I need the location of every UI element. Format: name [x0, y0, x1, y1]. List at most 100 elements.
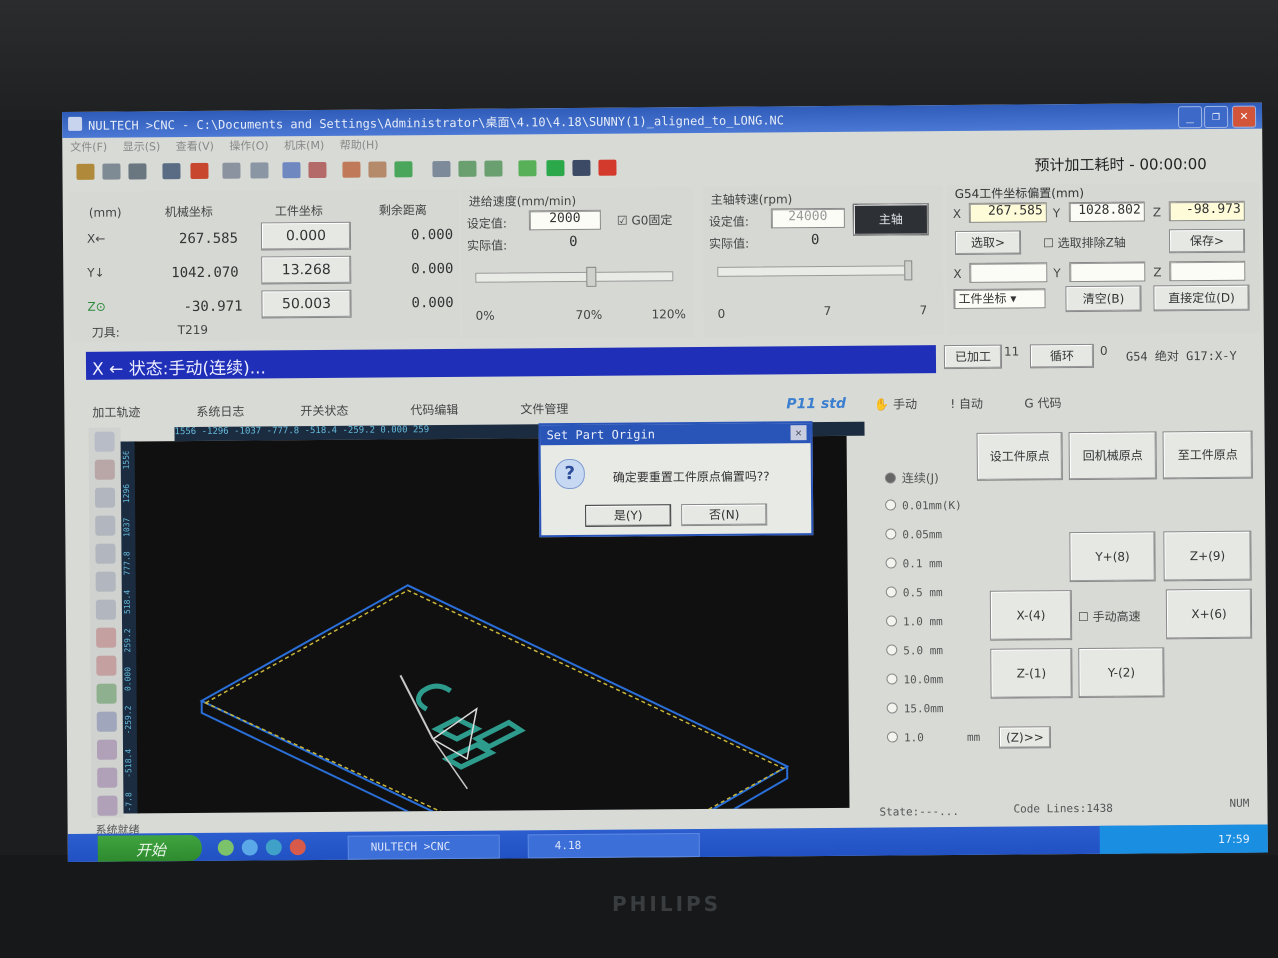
dialog-close-button[interactable]: ✕ — [790, 425, 807, 441]
task-cnc[interactable]: NULTECH >CNC — [347, 834, 500, 860]
g54-y2-input[interactable] — [1069, 261, 1146, 283]
measure-icon[interactable] — [222, 162, 241, 179]
direct-locate-button[interactable]: 直接定位(D) — [1153, 284, 1250, 312]
desktop-icon[interactable] — [217, 839, 234, 856]
spindle-slider-thumb[interactable] — [904, 260, 913, 281]
axis-icon[interactable] — [282, 162, 301, 179]
set-work-origin-button[interactable]: 设工件原点 — [976, 432, 1063, 481]
g0-fixed-checkbox[interactable]: ☑ G0固定 — [617, 211, 673, 228]
center-icon[interactable] — [96, 627, 117, 648]
tab-auto[interactable]: ! 自动 — [950, 395, 983, 412]
step-7-radio[interactable]: 15.0mm — [886, 702, 944, 715]
spindle-button[interactable]: 主轴 — [852, 203, 929, 236]
step-1-radio[interactable]: 0.05mm — [885, 528, 942, 541]
coord-system-select[interactable]: 工件坐标 ▾ — [953, 288, 1046, 310]
tab-code-edit[interactable]: 代码编辑 — [410, 401, 458, 418]
dialog-yes-button[interactable]: 是(Y) — [585, 504, 672, 527]
zoom-all-icon[interactable] — [95, 599, 116, 620]
step-3-radio[interactable]: 0.5 mm — [885, 586, 943, 599]
start-icon[interactable] — [546, 160, 565, 177]
zero-icon[interactable] — [308, 161, 327, 179]
rotate-icon[interactable] — [96, 655, 117, 676]
loop-button[interactable]: 循环 — [1029, 343, 1095, 369]
menu-help[interactable]: 帮助(H) — [340, 139, 379, 152]
zoom-fit-icon[interactable] — [95, 571, 116, 592]
jog-x-minus-button[interactable]: X-(4) — [989, 590, 1073, 641]
dialog-no-button[interactable]: 否(N) — [681, 503, 768, 527]
jog-y-plus-button[interactable]: Y+(8) — [1069, 531, 1156, 583]
side-view-icon[interactable] — [96, 739, 118, 760]
tab-file-manager[interactable]: 文件管理 — [520, 400, 568, 417]
g54-x-input[interactable]: 267.585 — [968, 202, 1047, 223]
to-work-origin-button[interactable]: 至工件原点 — [1162, 430, 1253, 480]
step-6-radio[interactable]: 10.0mm — [886, 673, 943, 686]
step-back-icon[interactable] — [432, 160, 451, 178]
step-5-radio[interactable]: 5.0 mm — [886, 644, 943, 657]
stop-icon[interactable] — [598, 159, 617, 176]
menu-file[interactable]: 文件(F) — [70, 141, 107, 154]
feed-slider[interactable] — [475, 266, 674, 287]
step-icon[interactable] — [484, 160, 503, 177]
ie-icon[interactable] — [265, 839, 282, 856]
jog-z-plus-button[interactable]: Z+(9) — [1163, 530, 1252, 582]
iso-view-icon[interactable] — [97, 767, 118, 788]
tab-toolpath[interactable]: 加工轨迹 — [92, 403, 140, 420]
menu-machine[interactable]: 机床(M) — [284, 139, 324, 152]
home-icon[interactable] — [342, 161, 361, 178]
machine-home-button[interactable]: 回机械原点 — [1068, 431, 1157, 481]
tab-system-log[interactable]: 系统日志 — [196, 403, 244, 420]
top-view-icon[interactable] — [96, 683, 117, 704]
restore-button[interactable]: ❐ — [1203, 105, 1229, 129]
media-icon[interactable] — [289, 839, 306, 856]
clear-button[interactable]: 清空(B) — [1065, 285, 1142, 313]
start-button[interactable]: 开始 — [97, 834, 202, 862]
select-button[interactable]: 选取> — [954, 230, 1022, 255]
menu-view[interactable]: 查看(V) — [176, 140, 214, 153]
exclude-z-checkbox[interactable]: ☐ 选取排除Z轴 — [1043, 234, 1126, 252]
menu-operate[interactable]: 操作(O) — [229, 139, 268, 152]
tab-gcode[interactable]: G 代码 — [1024, 394, 1061, 411]
run-line-icon[interactable] — [458, 160, 477, 177]
tab-switch-status[interactable]: 开关状态 — [300, 402, 348, 419]
spindle-set-input[interactable]: 24000 — [770, 207, 845, 229]
minimize-button[interactable]: _ — [1177, 106, 1203, 129]
zoom-window-icon[interactable] — [95, 515, 116, 536]
g54-x2-input[interactable] — [969, 262, 1048, 283]
edit-icon[interactable] — [162, 163, 181, 180]
print-icon[interactable] — [128, 163, 147, 180]
spindle-slider[interactable] — [717, 260, 913, 281]
jog-x-plus-button[interactable]: X+(6) — [1165, 588, 1253, 640]
x-work-button[interactable]: 0.000 — [260, 221, 352, 251]
close-button[interactable]: ✕ — [1231, 105, 1257, 128]
step-8-radio[interactable]: 1.0 — [886, 731, 924, 744]
browser-icon[interactable] — [241, 839, 258, 856]
menu-display[interactable]: 显示(S) — [123, 140, 161, 153]
g54-y-input[interactable]: 1028.802 — [1068, 201, 1145, 223]
check-icon[interactable] — [518, 160, 537, 177]
zoom-out-icon[interactable] — [94, 487, 116, 508]
task-folder[interactable]: 4.18 — [527, 833, 700, 859]
feed-slider-thumb[interactable] — [586, 266, 597, 287]
park-icon[interactable] — [368, 161, 387, 178]
pause-icon[interactable] — [572, 159, 591, 176]
save-offset-button[interactable]: 保存> — [1168, 228, 1246, 254]
tab-manual[interactable]: ✋ 手动 — [874, 395, 917, 412]
pencil-icon[interactable] — [94, 431, 115, 452]
spindle-on-icon[interactable] — [394, 161, 413, 178]
pan-icon[interactable] — [95, 543, 116, 564]
jog-continuous-radio[interactable]: 连续(J) — [884, 469, 939, 486]
probe-icon[interactable] — [250, 162, 269, 179]
g54-z-input[interactable]: -98.973 — [1168, 200, 1245, 222]
highspeed-checkbox[interactable]: ☐ 手动高速 — [1078, 608, 1141, 625]
open-file-icon[interactable] — [76, 163, 95, 180]
step-4-radio[interactable]: 1.0 mm — [885, 615, 943, 628]
g54-z2-input[interactable] — [1169, 260, 1246, 282]
custom-step-button[interactable]: (Z)>> — [998, 726, 1052, 749]
z-work-button[interactable]: 50.003 — [261, 289, 352, 319]
save-icon[interactable] — [102, 163, 121, 180]
step-0-radio[interactable]: 0.01mm(K) — [885, 499, 962, 513]
front-view-icon[interactable] — [96, 711, 117, 732]
jog-z-minus-button[interactable]: Z-(1) — [990, 648, 1073, 699]
zoom-in-icon[interactable] — [94, 459, 115, 480]
y-work-button[interactable]: 13.268 — [261, 255, 352, 285]
